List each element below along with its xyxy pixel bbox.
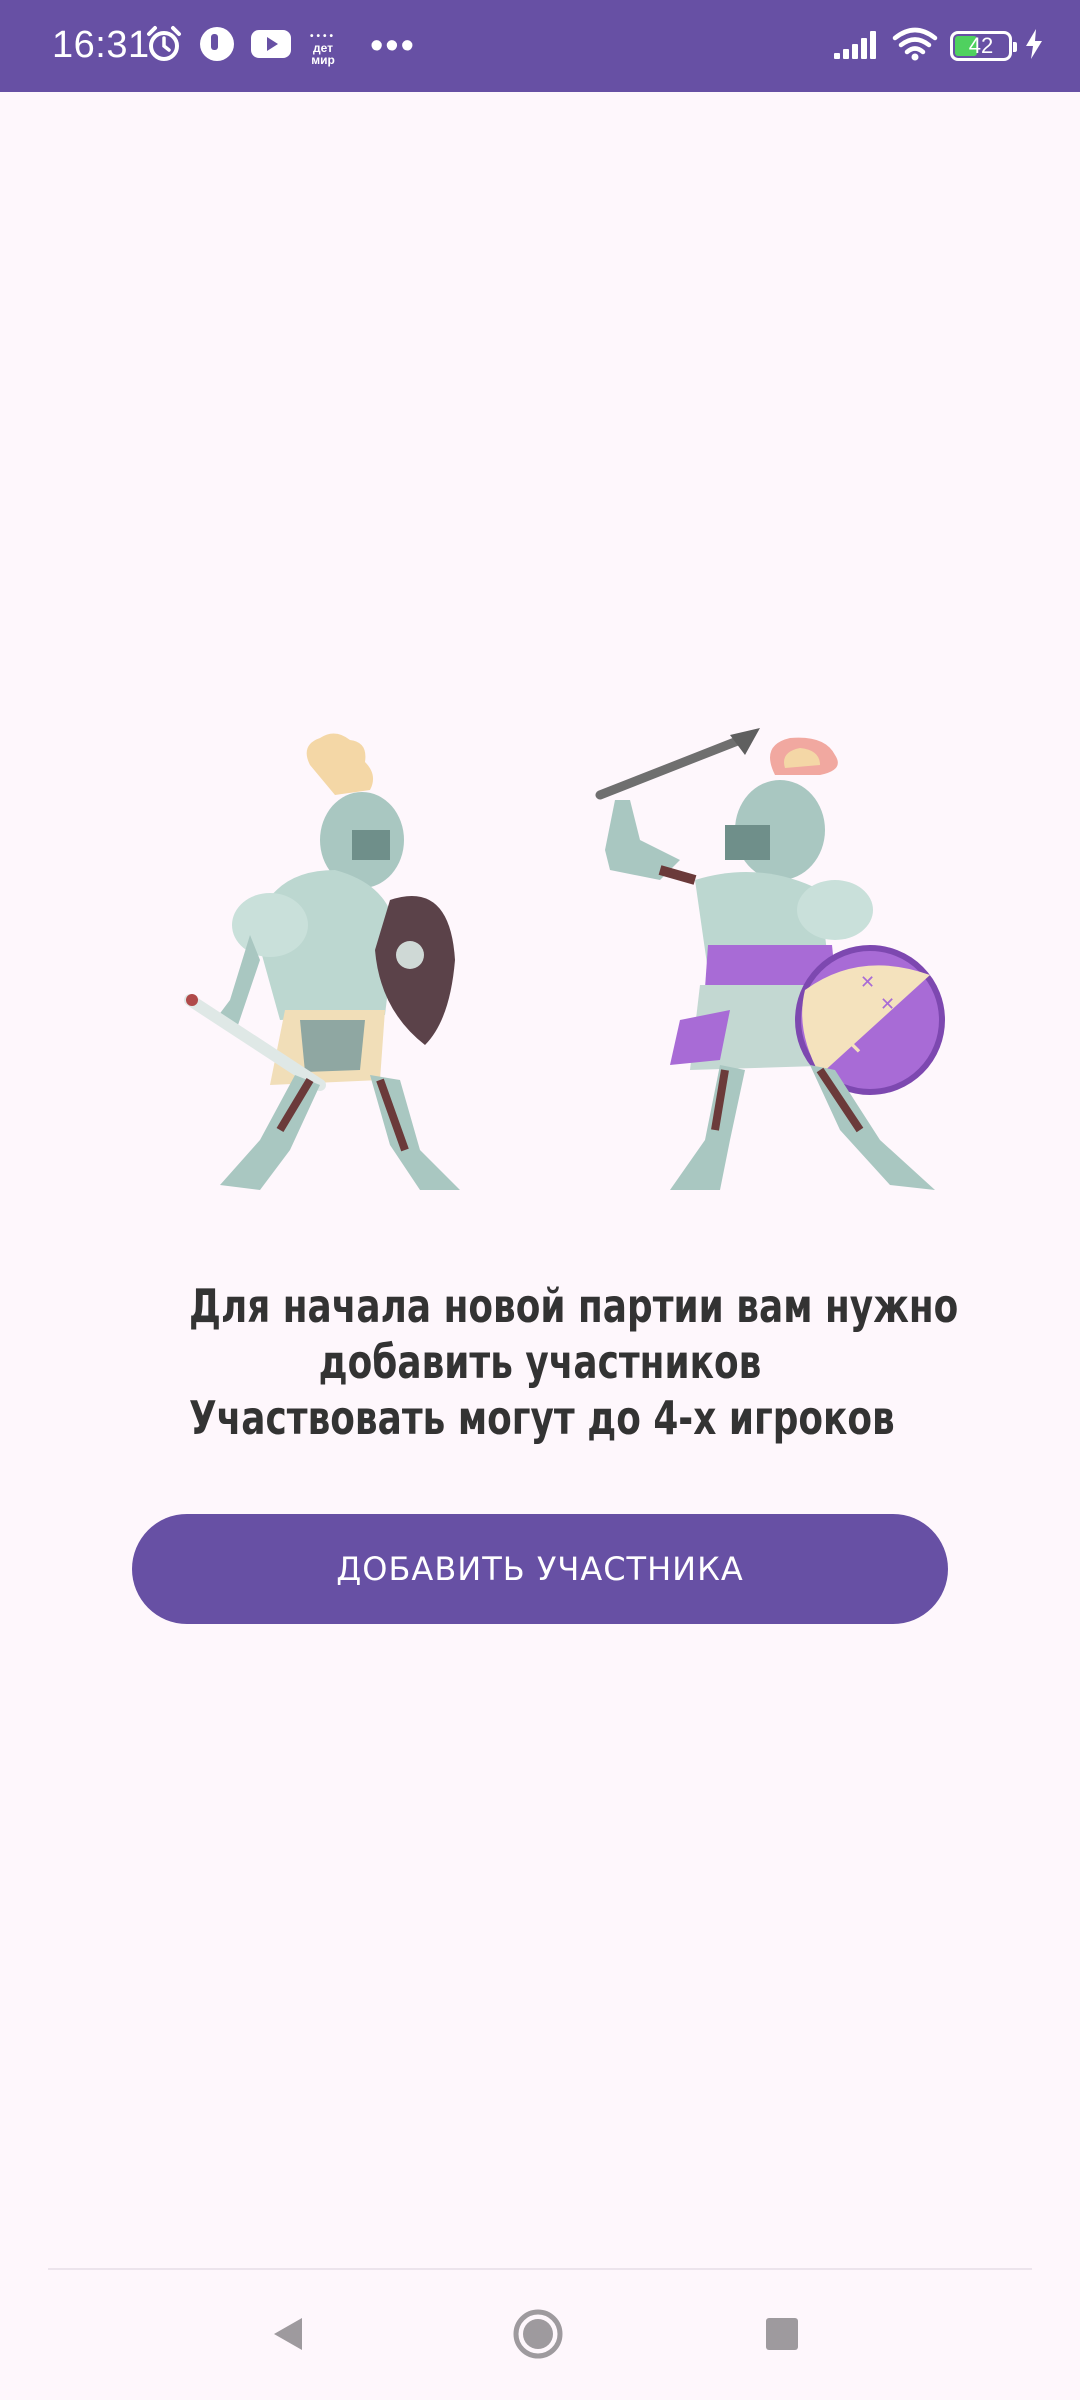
- status-time: 16:31: [52, 24, 150, 66]
- recents-icon: [762, 2314, 802, 2358]
- home-button[interactable]: [506, 2304, 570, 2368]
- battery-level: 42: [968, 33, 994, 58]
- navigation-bar: [0, 2270, 1080, 2400]
- svg-text:✕: ✕: [836, 1024, 865, 1064]
- back-button[interactable]: [256, 2304, 320, 2368]
- message-line-3: Участвовать могут до 4-х игроков: [189, 1391, 895, 1445]
- signal-icon: [832, 27, 880, 65]
- left-knight: [184, 733, 460, 1190]
- right-knight: ✕ ✕ ✕: [595, 728, 945, 1190]
- alarm-icon: [144, 24, 184, 68]
- add-participant-button[interactable]: ДОБАВИТЬ УЧАСТНИКА: [132, 1514, 948, 1624]
- battery-cap: [1013, 42, 1017, 52]
- youtube-icon: [250, 28, 292, 64]
- svg-text:✕: ✕: [880, 994, 895, 1015]
- charging-icon: [1024, 28, 1044, 64]
- battery-icon: 42: [950, 31, 1017, 61]
- wifi-icon: [892, 26, 938, 66]
- status-notification-icons: •••• дет мир •••: [144, 20, 430, 72]
- notification-app-icon: [198, 25, 236, 67]
- home-icon: [512, 2308, 564, 2364]
- more-notifications-icon: •••: [370, 25, 416, 67]
- back-icon: [268, 2314, 308, 2358]
- status-bar: 16:31 •••• дет мир ••• 42: [0, 0, 1080, 92]
- detmir-icon: •••• дет мир: [309, 31, 336, 67]
- message-line-1: Для начала новой партии вам нужно: [189, 1279, 959, 1333]
- recents-button[interactable]: [750, 2304, 814, 2368]
- empty-state-message: Для начала новой партии вам нужно добави…: [189, 1278, 959, 1446]
- status-system-icons: 42: [820, 20, 1044, 72]
- knights-illustration: ✕ ✕ ✕: [120, 720, 960, 1220]
- message-line-2: добавить участников: [318, 1335, 762, 1389]
- svg-text:✕: ✕: [860, 972, 875, 993]
